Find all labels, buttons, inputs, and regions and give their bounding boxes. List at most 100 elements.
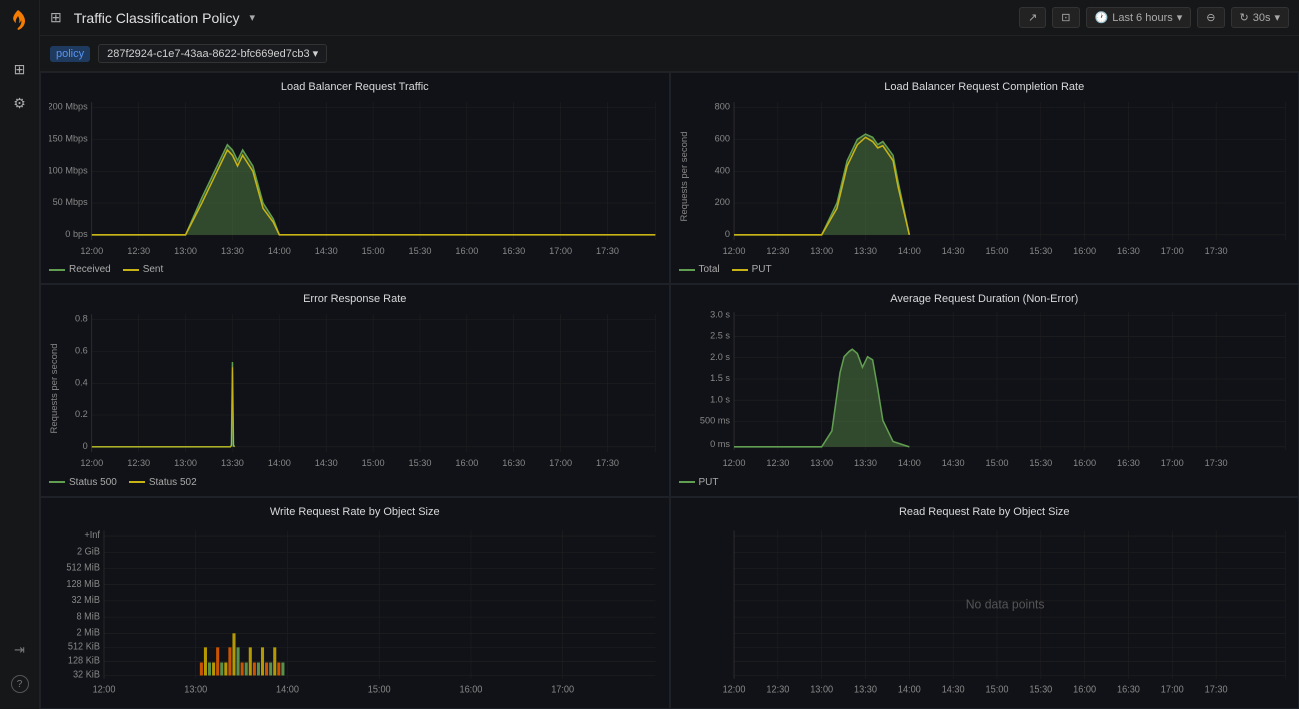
svg-text:13:00: 13:00	[810, 246, 833, 256]
chart-error-rate: Error Response Rate Requests per second …	[40, 284, 670, 496]
svg-text:14:30: 14:30	[941, 246, 964, 256]
policy-value: 287f2924-c1e7-43aa-8622-bfc669ed7cb3	[107, 48, 309, 60]
svg-text:13:30: 13:30	[221, 246, 244, 256]
svg-text:0.6: 0.6	[75, 346, 88, 356]
svg-text:13:00: 13:00	[174, 458, 197, 468]
svg-text:16:00: 16:00	[1073, 684, 1096, 695]
svg-text:Requests per second: Requests per second	[49, 344, 59, 434]
chart-area-write: +Inf 2 GiB 512 MiB 128 MiB 32 MiB 8 MiB …	[49, 522, 661, 700]
clock-icon: 🕐	[1095, 11, 1109, 24]
legend-sent: Sent	[123, 264, 164, 275]
svg-text:13:30: 13:30	[854, 246, 877, 256]
svg-text:14:30: 14:30	[315, 458, 338, 468]
svg-text:No data points: No data points	[965, 597, 1044, 611]
sidebar-help-icon[interactable]: ?	[9, 673, 31, 695]
chart-title-duration: Average Request Duration (Non-Error)	[679, 293, 1291, 305]
svg-text:15:30: 15:30	[409, 458, 432, 468]
svg-text:100 Mbps: 100 Mbps	[49, 165, 88, 175]
svg-text:13:30: 13:30	[854, 684, 877, 695]
svg-text:16:00: 16:00	[1073, 458, 1096, 468]
svg-text:500 ms: 500 ms	[699, 416, 729, 426]
svg-text:2 MiB: 2 MiB	[77, 627, 100, 638]
svg-text:12:00: 12:00	[722, 458, 745, 468]
svg-text:17:30: 17:30	[1204, 684, 1227, 695]
svg-text:15:00: 15:00	[985, 684, 1008, 695]
time-range-label: Last 6 hours	[1112, 12, 1173, 24]
legend-put: PUT	[732, 264, 772, 275]
svg-text:17:00: 17:00	[549, 246, 572, 256]
svg-text:Requests per second: Requests per second	[679, 131, 689, 221]
svg-text:17:30: 17:30	[596, 458, 619, 468]
time-dropdown-icon: ▾	[1177, 11, 1183, 24]
legend-status502: Status 502	[129, 477, 197, 488]
sidebar-signout-icon[interactable]: ⇥	[9, 639, 31, 661]
svg-text:512 KiB: 512 KiB	[68, 641, 100, 652]
svg-text:150 Mbps: 150 Mbps	[49, 133, 88, 143]
svg-text:16:30: 16:30	[502, 458, 525, 468]
chart-area-error: Requests per second 0.8 0.6 0.4 0.2 0	[49, 309, 661, 473]
svg-text:13:00: 13:00	[810, 458, 833, 468]
svg-text:16:00: 16:00	[1073, 246, 1096, 256]
svg-text:3.0 s: 3.0 s	[710, 310, 730, 320]
svg-text:14:30: 14:30	[941, 458, 964, 468]
tv-mode-button[interactable]: ⊡	[1052, 7, 1079, 28]
refresh-dropdown-icon: ▾	[1274, 11, 1280, 24]
main-content: ⊞ Traffic Classification Policy ▾ ↗ ⊡ 🕐 …	[40, 0, 1299, 709]
legend-duration: PUT	[679, 474, 1291, 488]
svg-text:16:30: 16:30	[502, 246, 525, 256]
svg-text:13:00: 13:00	[184, 684, 207, 695]
chart-title-write: Write Request Rate by Object Size	[49, 506, 661, 518]
share-button[interactable]: ↗	[1019, 7, 1046, 28]
chart-read-rate: Read Request Rate by Object Size	[670, 497, 1299, 709]
page-title: Traffic Classification Policy	[74, 10, 240, 26]
svg-text:200: 200	[714, 197, 729, 207]
svg-text:14:30: 14:30	[315, 246, 338, 256]
chart-load-balancer-traffic: Load Balancer Request Traffic 200 Mbps 1…	[40, 72, 670, 284]
refresh-label: 30s	[1253, 12, 1271, 24]
svg-text:15:30: 15:30	[409, 246, 432, 256]
chart-avg-duration: Average Request Duration (Non-Error) 3.0…	[670, 284, 1299, 496]
svg-text:17:30: 17:30	[596, 246, 619, 256]
chart-title-lb-traffic: Load Balancer Request Traffic	[49, 81, 661, 93]
svg-text:0: 0	[83, 441, 88, 451]
svg-text:14:00: 14:00	[268, 458, 291, 468]
svg-text:12:30: 12:30	[766, 246, 789, 256]
svg-text:8 MiB: 8 MiB	[77, 611, 100, 622]
policy-badge: policy	[50, 46, 90, 62]
chart-completion-rate: Load Balancer Request Completion Rate Re…	[670, 72, 1299, 284]
refresh-button[interactable]: ↻ 30s ▾	[1231, 7, 1290, 28]
svg-text:15:30: 15:30	[1029, 684, 1052, 695]
svg-text:13:00: 13:00	[810, 684, 833, 695]
policy-selector[interactable]: 287f2924-c1e7-43aa-8622-bfc669ed7cb3 ▾	[98, 44, 327, 63]
svg-text:12:00: 12:00	[93, 684, 116, 695]
svg-text:17:30: 17:30	[1204, 458, 1227, 468]
app-logo[interactable]	[6, 8, 34, 36]
svg-text:0.2: 0.2	[75, 409, 88, 419]
svg-text:14:00: 14:00	[276, 684, 299, 695]
legend-status500: Status 500	[49, 477, 117, 488]
sidebar-settings-icon[interactable]: ⚙	[9, 92, 31, 114]
legend-completion: Total PUT	[679, 261, 1291, 275]
svg-text:512 MiB: 512 MiB	[66, 562, 100, 573]
svg-text:12:30: 12:30	[766, 684, 789, 695]
legend-lb-traffic: Received Sent	[49, 261, 661, 275]
refresh-icon: ↻	[1240, 11, 1249, 24]
zoom-out-button[interactable]: ⊖	[1197, 7, 1224, 28]
chart-area-duration: 3.0 s 2.5 s 2.0 s 1.5 s 1.0 s 500 ms 0 m…	[679, 309, 1291, 473]
svg-text:17:00: 17:00	[551, 684, 574, 695]
sidebar-apps-icon[interactable]: ⊞	[9, 58, 31, 80]
title-dropdown-icon[interactable]: ▾	[249, 11, 255, 24]
svg-text:1.5 s: 1.5 s	[710, 373, 730, 383]
svg-text:16:00: 16:00	[455, 458, 478, 468]
svg-text:+Inf: +Inf	[84, 530, 100, 541]
svg-text:14:00: 14:00	[268, 246, 291, 256]
svg-text:0: 0	[724, 229, 729, 239]
svg-text:12:00: 12:00	[722, 684, 745, 695]
time-range-button[interactable]: 🕐 Last 6 hours ▾	[1086, 7, 1192, 28]
legend-put-duration: PUT	[679, 477, 719, 488]
svg-text:17:30: 17:30	[1204, 246, 1227, 256]
svg-text:2.5 s: 2.5 s	[710, 331, 730, 341]
svg-text:2 GiB: 2 GiB	[77, 546, 100, 557]
svg-text:14:00: 14:00	[897, 458, 920, 468]
svg-text:50 Mbps: 50 Mbps	[53, 197, 88, 207]
